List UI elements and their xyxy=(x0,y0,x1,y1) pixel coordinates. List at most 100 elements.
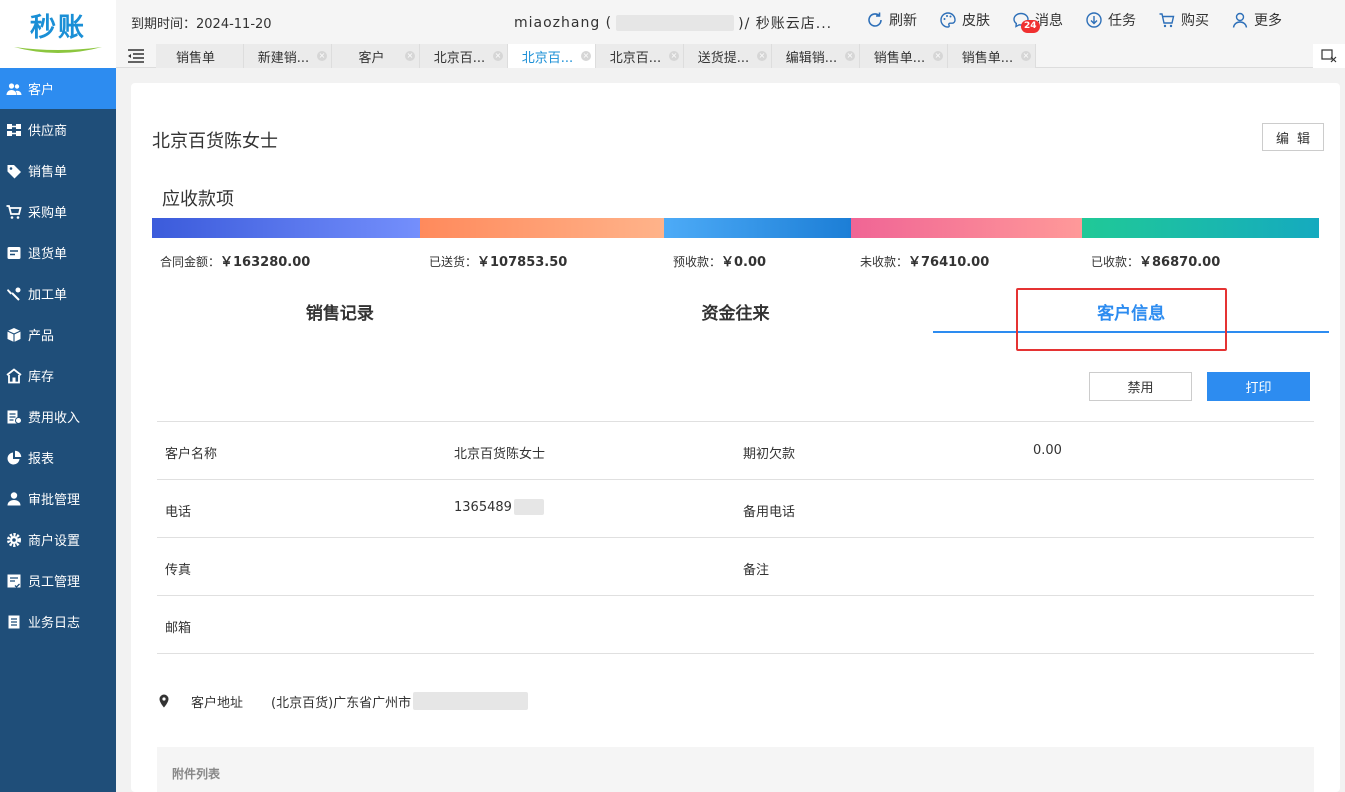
tab-item[interactable]: 销售单... × xyxy=(948,44,1036,68)
tab-close-icon[interactable]: × xyxy=(845,51,855,61)
sidebar-item-business-log[interactable]: 业务日志 xyxy=(0,601,116,642)
delivered-amount: 已送货：￥107853.50 xyxy=(429,251,567,270)
tab-item[interactable]: 客户 × xyxy=(332,44,420,68)
sidebar-item-approvals[interactable]: 审批管理 xyxy=(0,478,116,519)
menu-collapse-icon xyxy=(128,49,144,63)
sidebar-item-label: 库存 xyxy=(28,370,55,385)
skin-label: 皮肤 xyxy=(962,13,990,29)
sidebar-item-sales-orders[interactable]: 销售单 xyxy=(0,150,116,191)
palette-icon xyxy=(940,12,956,28)
table-row: 邮箱 xyxy=(157,596,1314,654)
gear-icon xyxy=(7,532,21,547)
staff-icon xyxy=(7,574,21,588)
tab-item[interactable]: 编辑销... × xyxy=(772,44,860,68)
customer-detail-card: 北京百货陈女士 编辑 应收款项 合同金额：￥163280.00 已送货：￥107… xyxy=(131,83,1340,792)
sidebar-item-suppliers[interactable]: 供应商 xyxy=(0,109,116,150)
tab-item[interactable]: 送货提... × xyxy=(684,44,772,68)
sidebar-item-label: 采购单 xyxy=(28,206,68,221)
tab-item[interactable]: 北京百... × xyxy=(420,44,508,68)
customer-address: 客户地址 (北京百货)广东省广州市 xyxy=(157,691,529,711)
receivable-bar-segment xyxy=(851,218,1083,238)
expense-icon xyxy=(7,410,22,424)
receivables-bar xyxy=(152,218,1319,238)
field-label: 客户名称 xyxy=(165,447,218,462)
sidebar-item-customers[interactable]: 客户 xyxy=(0,68,116,109)
message-button[interactable]: 24 消息 xyxy=(1012,10,1063,33)
amount-label: 已送货： xyxy=(429,255,478,269)
more-button[interactable]: 更多 xyxy=(1231,10,1282,30)
sidebar-item-label: 销售单 xyxy=(28,165,68,180)
tab-close-icon[interactable]: × xyxy=(757,51,767,61)
sidebar-item-label: 报表 xyxy=(28,452,55,467)
sidebar-item-inventory[interactable]: 库存 xyxy=(0,355,116,396)
sidebar-item-purchase-orders[interactable]: 采购单 xyxy=(0,191,116,232)
message-badge: 24 xyxy=(1021,20,1040,33)
tab-close-icon[interactable]: × xyxy=(581,51,591,61)
edit-button[interactable]: 编辑 xyxy=(1262,123,1324,151)
sidebar-item-label: 费用收入 xyxy=(28,411,81,426)
tab-item-active[interactable]: 北京百... × xyxy=(508,44,596,68)
task-label: 任务 xyxy=(1108,13,1136,29)
skin-button[interactable]: 皮肤 xyxy=(939,10,990,30)
tab-close-icon[interactable]: × xyxy=(493,51,503,61)
supplier-icon xyxy=(7,123,21,136)
field-label: 备用电话 xyxy=(743,505,796,520)
tab-item[interactable]: 销售单 xyxy=(156,44,244,68)
amount-label: 合同金额： xyxy=(160,255,221,269)
sidebar-nav: 客户 供应商 销售单 采购单 退货单 加工单 产品 库存 费用收入 报表 审批管… xyxy=(0,68,116,792)
refresh-button[interactable]: 刷新 xyxy=(866,10,917,30)
sidebar-item-products[interactable]: 产品 xyxy=(0,314,116,355)
tab-close-icon[interactable]: × xyxy=(669,51,679,61)
account-user: miaozhang ( xyxy=(514,15,613,31)
buy-button[interactable]: 购买 xyxy=(1158,10,1209,30)
page-title: 北京百货陈女士 xyxy=(152,131,278,152)
tab-close-icon[interactable]: × xyxy=(405,51,415,61)
sidebar-item-staff[interactable]: 员工管理 xyxy=(0,560,116,601)
refresh-icon xyxy=(868,12,882,27)
print-button[interactable]: 打印 xyxy=(1207,372,1310,401)
amount-label: 已收款： xyxy=(1091,255,1140,269)
sidebar-item-processing[interactable]: 加工单 xyxy=(0,273,116,314)
address-label: 客户地址 xyxy=(191,695,244,711)
buy-label: 购买 xyxy=(1181,13,1209,29)
unreceived-amount: 未收款：￥76410.00 xyxy=(860,251,989,270)
tab-label: 销售单 xyxy=(175,50,215,66)
redacted-block xyxy=(413,692,529,710)
tab-item[interactable]: 销售单... × xyxy=(860,44,948,68)
disable-button[interactable]: 禁用 xyxy=(1089,372,1192,401)
tab-close-icon[interactable]: × xyxy=(317,51,327,61)
amount-value: ￥0.00 xyxy=(721,255,767,270)
close-tabs-icon xyxy=(1321,49,1337,63)
user-icon xyxy=(1232,12,1248,28)
sidebar-item-returns[interactable]: 退货单 xyxy=(0,232,116,273)
sidebar-item-merchant-settings[interactable]: 商户设置 xyxy=(0,519,116,560)
task-button[interactable]: 任务 xyxy=(1085,10,1136,30)
tab-close-icon[interactable]: × xyxy=(933,51,943,61)
field-value: 北京百货陈女士 xyxy=(454,447,546,462)
pie-chart-icon xyxy=(7,450,22,464)
tab-item[interactable]: 新建销... × xyxy=(244,44,332,68)
contract-amount: 合同金额：￥163280.00 xyxy=(160,251,310,270)
amount-label: 未收款： xyxy=(860,255,909,269)
field-label: 传真 xyxy=(165,563,192,578)
phone-value: 1365489 xyxy=(454,499,544,515)
close-all-tabs-button[interactable] xyxy=(1313,44,1345,68)
sidebar-item-label: 客户 xyxy=(28,83,55,98)
amount-value: ￥76410.00 xyxy=(908,255,990,270)
tab-sales-records[interactable]: 销售记录 xyxy=(142,295,538,333)
account-store: )/ 秒账云店... xyxy=(738,16,833,32)
account-info[interactable]: miaozhang ( )/ 秒账云店... xyxy=(514,13,832,33)
field-label: 邮箱 xyxy=(165,621,192,636)
tab-label: 送货提... xyxy=(697,50,750,66)
logo-text: 秒账 xyxy=(29,13,86,43)
menu-toggle-button[interactable] xyxy=(116,44,156,68)
tab-fund-transactions[interactable]: 资金往来 xyxy=(538,295,934,333)
tab-item[interactable]: 北京百... × xyxy=(596,44,684,68)
sidebar-item-label: 审批管理 xyxy=(28,493,81,508)
sidebar-item-expense-income[interactable]: 费用收入 xyxy=(0,396,116,437)
app-logo[interactable]: 秒账 xyxy=(0,0,116,68)
sidebar-item-reports[interactable]: 报表 xyxy=(0,437,116,478)
sidebar-item-label: 产品 xyxy=(28,329,55,344)
tab-close-icon[interactable]: × xyxy=(1021,51,1031,61)
address-value: (北京百货)广东省广州市 xyxy=(271,695,412,711)
